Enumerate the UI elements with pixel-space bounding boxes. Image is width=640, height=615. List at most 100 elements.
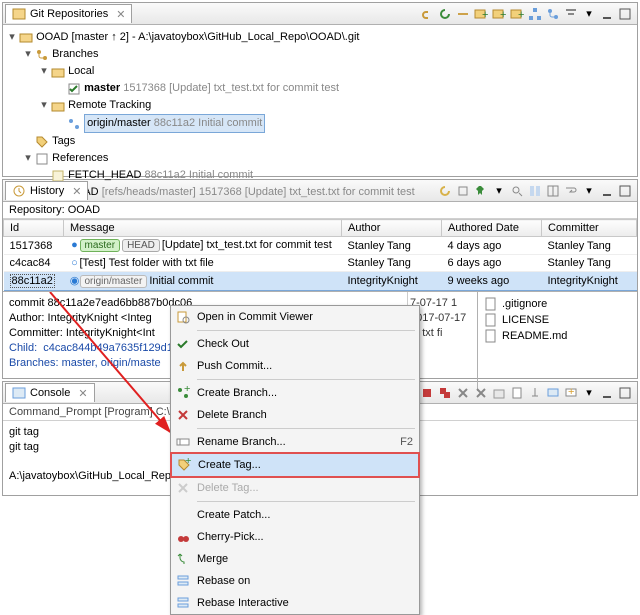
menu-cherry-pick[interactable]: Cherry-Pick...	[171, 526, 419, 548]
rebase-icon	[176, 574, 190, 588]
minimize-icon[interactable]	[599, 6, 615, 22]
col-date[interactable]: Authored Date	[442, 220, 542, 237]
tags-icon	[35, 135, 49, 149]
list-item[interactable]: LICENSE	[482, 312, 633, 328]
compare-icon[interactable]	[527, 183, 543, 199]
console-icon	[12, 386, 26, 400]
create-branch-icon: +	[176, 386, 190, 400]
branches-icon	[35, 48, 49, 62]
col-id[interactable]: Id	[4, 220, 64, 237]
refresh-icon[interactable]	[437, 183, 453, 199]
push-icon	[176, 359, 190, 373]
tree-tags[interactable]: Tags	[5, 133, 635, 150]
link-icon[interactable]	[419, 6, 435, 22]
tree-local-master[interactable]: master master 1517368 [Update] txt_test.…	[5, 80, 635, 97]
clear-icon[interactable]	[491, 385, 507, 401]
menu-delete-tag: Delete Tag...	[171, 477, 419, 499]
find-icon[interactable]	[509, 183, 525, 199]
wrap-icon[interactable]	[563, 183, 579, 199]
menu-merge[interactable]: Merge	[171, 548, 419, 570]
pin-icon[interactable]	[473, 183, 489, 199]
menu-check-out[interactable]: Check Out	[171, 333, 419, 355]
tree-branches[interactable]: ▾ Branches	[5, 46, 635, 63]
svg-text:+: +	[482, 9, 488, 21]
svg-text:+: +	[185, 458, 191, 467]
close-icon[interactable]: ✕	[78, 387, 87, 400]
tab-label: Git Repositories	[30, 8, 108, 20]
filter-icon[interactable]: ▾	[491, 183, 507, 199]
maximize-icon[interactable]	[617, 183, 633, 199]
table-row[interactable]: c4cac84 ○[Test] Test folder with txt fil…	[4, 255, 637, 272]
display-icon[interactable]	[545, 385, 561, 401]
repo-folder-icon	[19, 31, 33, 45]
delete-tag-icon	[176, 481, 190, 495]
tab-label: Console	[30, 387, 70, 399]
minimize-icon[interactable]	[599, 183, 615, 199]
create-repo-icon[interactable]: +	[509, 6, 525, 22]
cherry-icon	[176, 530, 190, 544]
tab-history[interactable]: History ✕	[5, 181, 88, 200]
repo-icon	[12, 7, 26, 21]
menu-delete-branch[interactable]: Delete Branch	[171, 404, 419, 426]
tree-remote-master[interactable]: origin/master 88c11a2 Initial commit	[5, 114, 635, 133]
maximize-icon[interactable]	[617, 6, 633, 22]
list-item[interactable]: README.md	[482, 328, 633, 344]
svg-text:+: +	[518, 9, 524, 21]
tree-local[interactable]: ▾ Local	[5, 63, 635, 80]
history-icon	[12, 184, 26, 198]
menu-push-commit[interactable]: Push Commit...	[171, 355, 419, 377]
add-repo-icon[interactable]: +	[473, 6, 489, 22]
open-console-icon[interactable]: +	[563, 385, 579, 401]
remove-icon[interactable]	[455, 385, 471, 401]
references-icon	[35, 152, 49, 166]
collapse-icon[interactable]	[455, 6, 471, 22]
rebase-int-icon	[176, 596, 190, 610]
tab-console[interactable]: Console ✕	[5, 383, 95, 402]
menu-create-tag[interactable]: +Create Tag...	[171, 453, 419, 477]
list-item[interactable]: .gitignore	[482, 296, 633, 312]
open-icon	[176, 310, 190, 324]
terminate-all-icon[interactable]	[437, 385, 453, 401]
remove-all-icon[interactable]	[473, 385, 489, 401]
folder-icon	[51, 99, 65, 113]
svg-text:+: +	[184, 386, 190, 395]
col-committer[interactable]: Committer	[542, 220, 637, 237]
menu-create-branch[interactable]: +Create Branch...	[171, 382, 419, 404]
table-row[interactable]: 1517368 ●masterHEAD[Update] txt_test.txt…	[4, 237, 637, 255]
menu-create-patch[interactable]: Create Patch...	[171, 504, 419, 526]
tree-references[interactable]: ▾ References	[5, 150, 635, 167]
file-icon	[484, 297, 498, 311]
tab-git-repositories[interactable]: Git Repositories ✕	[5, 4, 132, 23]
menu-icon[interactable]: ▾	[581, 183, 597, 199]
close-icon[interactable]: ✕	[116, 8, 125, 21]
columns-icon[interactable]	[545, 183, 561, 199]
file-icon	[484, 313, 498, 327]
menu-rename-branch[interactable]: Rename Branch...F2	[171, 431, 419, 453]
maximize-icon[interactable]	[617, 385, 633, 401]
col-message[interactable]: Message	[64, 220, 342, 237]
terminate-icon[interactable]	[419, 385, 435, 401]
clone-repo-icon[interactable]: +	[491, 6, 507, 22]
menu-rebase-on[interactable]: Rebase on	[171, 570, 419, 592]
table-row[interactable]: 88c11a2 ◉origin/masterInitial commit Int…	[4, 272, 637, 291]
col-author[interactable]: Author	[342, 220, 442, 237]
minimize-icon[interactable]	[599, 385, 615, 401]
tree-remote-tracking[interactable]: ▾ Remote Tracking	[5, 97, 635, 114]
remote-branch-icon	[67, 117, 81, 131]
pin-console-icon[interactable]	[527, 385, 543, 401]
menu-icon[interactable]: ▾	[581, 6, 597, 22]
filter-icon[interactable]	[563, 6, 579, 22]
link-editor-icon[interactable]	[455, 183, 471, 199]
tree-repo-root[interactable]: ▾ OOAD [master ↑ 2] - A:\javatoybox\GitH…	[5, 29, 635, 46]
hierarchy-icon[interactable]	[527, 6, 543, 22]
menu-rebase-interactive[interactable]: Rebase Interactive	[171, 592, 419, 614]
create-tag-icon: +	[177, 458, 191, 472]
menu-open-commit-viewer[interactable]: Open in Commit Viewer	[171, 306, 419, 328]
refresh-icon[interactable]	[437, 6, 453, 22]
branch-view-icon[interactable]	[545, 6, 561, 22]
menu-icon[interactable]: ▾	[581, 385, 597, 401]
scroll-lock-icon[interactable]	[509, 385, 525, 401]
history-table: Id Message Author Authored Date Committe…	[3, 219, 637, 291]
close-icon[interactable]: ✕	[72, 185, 81, 198]
svg-text:+: +	[568, 386, 574, 398]
